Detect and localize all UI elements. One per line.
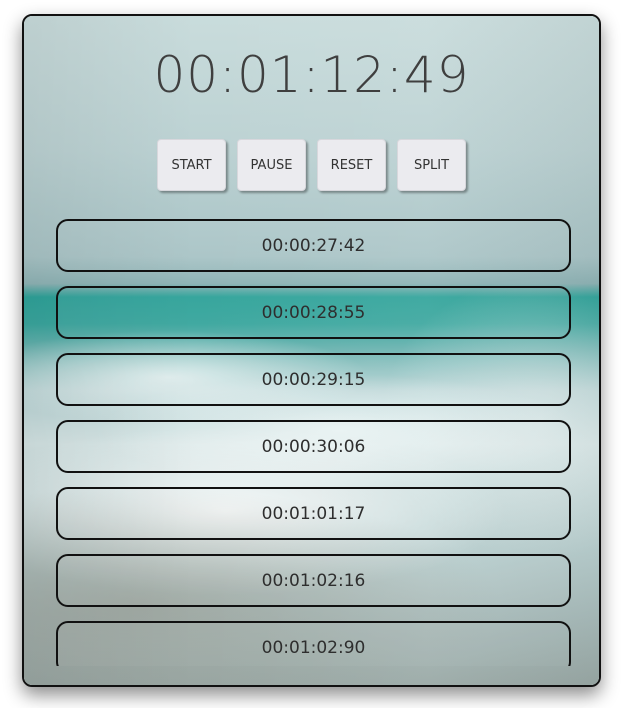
stopwatch-card: 00:01:12:49 START PAUSE RESET SPLIT 00:0… xyxy=(22,14,601,687)
split-button[interactable]: SPLIT xyxy=(397,139,466,191)
split-item: 00:00:28:55 xyxy=(56,286,571,339)
reset-button[interactable]: RESET xyxy=(317,139,386,191)
stopwatch-content: 00:01:12:49 START PAUSE RESET SPLIT 00:0… xyxy=(24,16,599,685)
pause-button[interactable]: PAUSE xyxy=(237,139,306,191)
split-item: 00:01:02:16 xyxy=(56,554,571,607)
split-list[interactable]: 00:00:27:42 00:00:28:55 00:00:29:15 00:0… xyxy=(56,219,571,666)
split-item: 00:00:27:42 xyxy=(56,219,571,272)
split-item: 00:01:01:17 xyxy=(56,487,571,540)
start-button[interactable]: START xyxy=(157,139,226,191)
split-item: 00:01:02:90 xyxy=(56,621,571,666)
split-item: 00:00:29:15 xyxy=(56,353,571,406)
split-item: 00:00:30:06 xyxy=(56,420,571,473)
time-display: 00:01:12:49 xyxy=(153,46,470,104)
control-buttons: START PAUSE RESET SPLIT xyxy=(24,139,599,191)
